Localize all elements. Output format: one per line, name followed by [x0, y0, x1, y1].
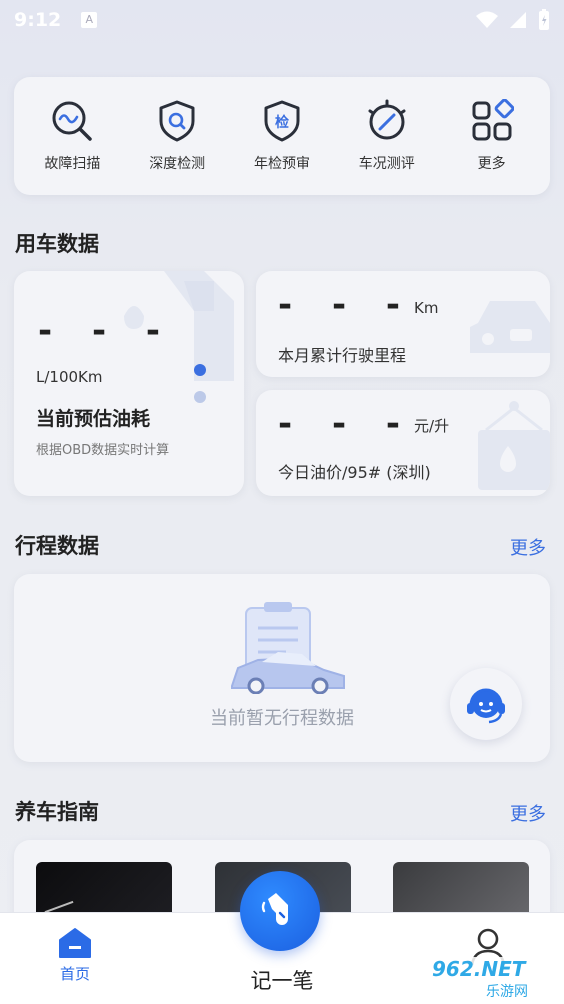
quick-action-more[interactable]: 更多 [442, 99, 542, 173]
page-dot-active [194, 364, 206, 376]
price-tag-decor-icon [478, 401, 550, 490]
fuel-nozzle-icon [261, 893, 288, 925]
trip-data-card: 当前暂无行程数据 [14, 574, 550, 762]
quick-action-label: 深度检测 [149, 156, 206, 172]
scan-wave-icon [52, 101, 93, 141]
fuel-value: - - - [38, 311, 175, 351]
shield-search-icon [159, 100, 195, 142]
shield-inspection-icon: 检 [264, 100, 300, 142]
quick-action-annual-inspection[interactable]: 检 年检预审 [232, 99, 332, 173]
wifi-icon [476, 11, 498, 28]
fuel-label: 当前预估油耗 [36, 408, 151, 430]
fuel-consumption-card[interactable]: - - - L/100Km 当前预估油耗 根据OBD数据实时计算 [14, 271, 244, 496]
status-bar: 9:12 A [0, 0, 564, 40]
home-icon [59, 928, 91, 958]
quick-action-label: 更多 [477, 156, 506, 172]
mileage-unit: Km [414, 299, 439, 317]
price-unit: 元/升 [414, 417, 450, 435]
quick-action-label: 年检预审 [253, 156, 310, 172]
status-time: 9:12 [14, 9, 62, 31]
car-decor-icon [470, 301, 550, 353]
fuel-unit: L/100Km [36, 368, 103, 386]
watermark-subtext: 乐游网 [486, 984, 528, 1000]
quick-action-car-evaluation[interactable]: 车况测评 [337, 99, 437, 173]
quick-action-label: 故障扫描 [44, 156, 101, 172]
notification-icon: A [81, 12, 98, 28]
fuel-price-card[interactable]: - - - 元/升 今日油价/95# (深圳) [256, 390, 550, 496]
page-dot [194, 391, 206, 403]
mileage-label: 本月累计行驶里程 [278, 346, 407, 365]
price-label: 今日油价/95# (深圳) [278, 463, 431, 482]
mileage-card[interactable]: - - - Km 本月累计行驶里程 [256, 271, 550, 377]
fuel-desc: 根据OBD数据实时计算 [36, 443, 170, 458]
customer-service-button[interactable] [450, 668, 522, 740]
quick-action-label: 车况测评 [358, 156, 415, 172]
headset-icon [467, 688, 505, 724]
signal-icon [510, 12, 526, 28]
quick-actions-card: 故障扫描 深度检测 检 年检预审 车况测评 更多 [14, 77, 550, 195]
inspection-icon-text: 检 [275, 114, 289, 131]
status-icons [476, 9, 550, 31]
trip-data-title: 行程数据 [15, 534, 99, 558]
vehicle-data-title: 用车数据 [15, 232, 99, 256]
care-guide-title: 养车指南 [15, 800, 99, 824]
quick-action-deep-check[interactable]: 深度检测 [127, 99, 227, 173]
mileage-value: - - - [278, 285, 415, 325]
empty-trip-illustration [231, 602, 345, 694]
grid-more-icon [472, 99, 514, 141]
quick-action-fault-scan[interactable]: 故障扫描 [22, 99, 122, 173]
gauge-icon [368, 99, 406, 140]
care-guide-more-link[interactable]: 更多 [510, 800, 546, 826]
record-fab-button[interactable] [240, 871, 320, 951]
watermark-logo: 962.NET 乐游网 [426, 957, 558, 1001]
battery-icon [539, 9, 549, 30]
watermark-text: 962.NET [432, 957, 526, 981]
price-value: - - - [278, 404, 415, 444]
trip-more-link[interactable]: 更多 [510, 534, 546, 560]
